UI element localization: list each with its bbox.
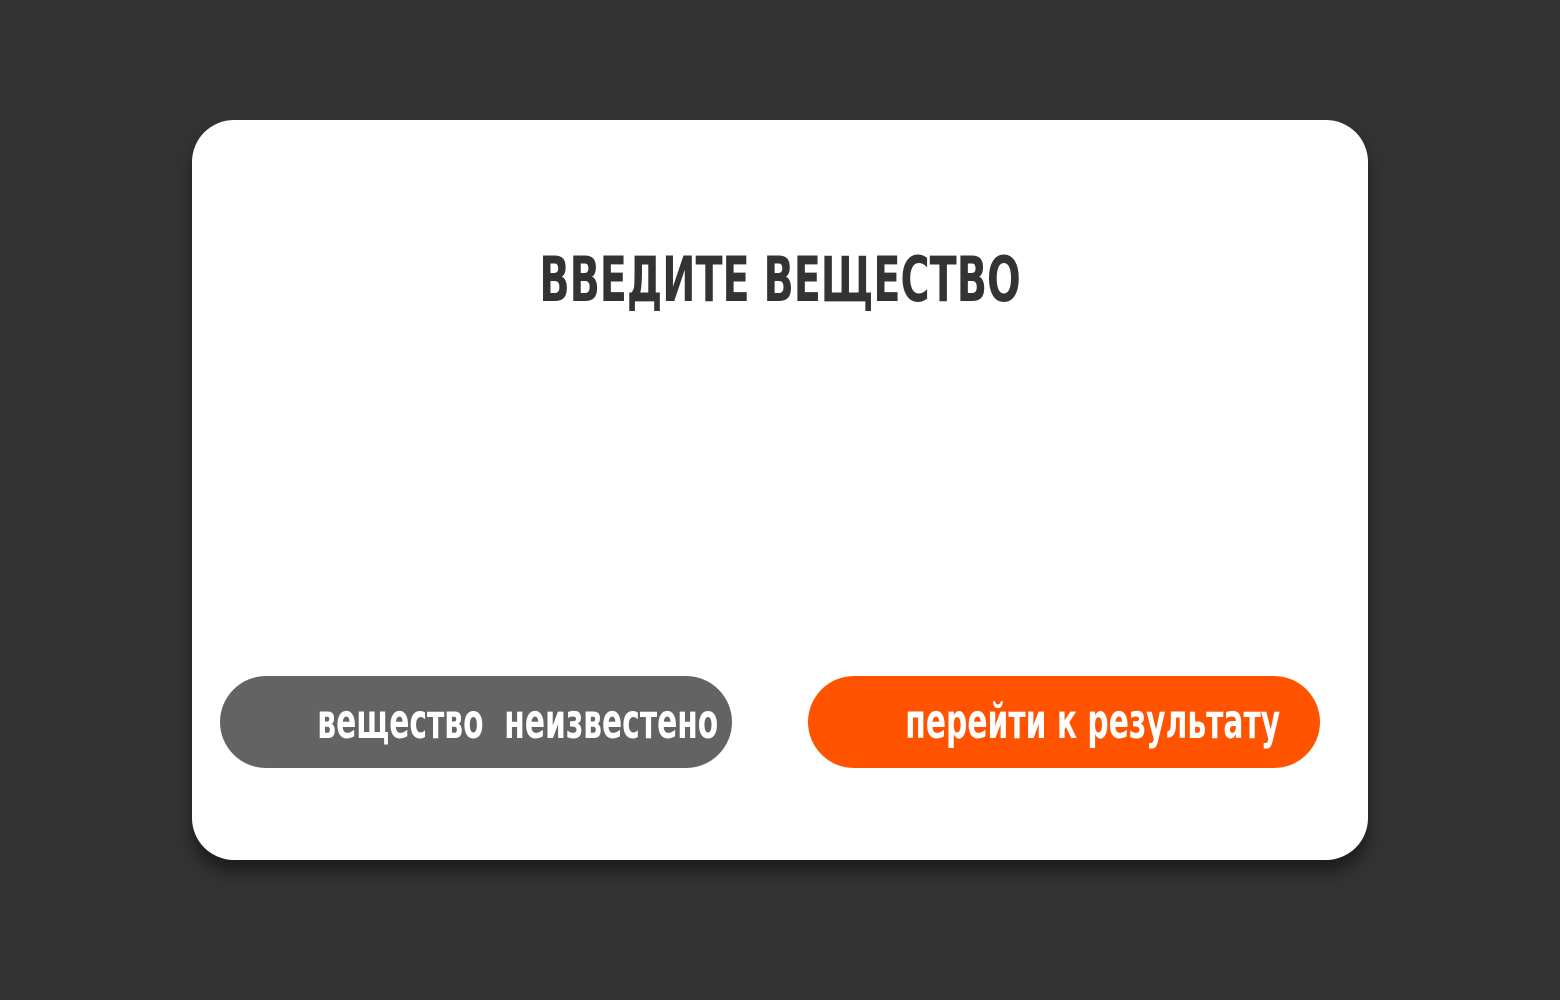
go-to-result-button-label: перейти к результату <box>905 694 1281 750</box>
dialog-title: ВВЕДИТЕ ВЕЩЕСТВО <box>539 243 1021 316</box>
go-to-result-button[interactable]: перейти к результату <box>808 676 1320 768</box>
substance-unknown-button[interactable]: вещество неизвестено <box>220 676 732 768</box>
substance-unknown-button-label: вещество неизвестено <box>317 694 719 750</box>
